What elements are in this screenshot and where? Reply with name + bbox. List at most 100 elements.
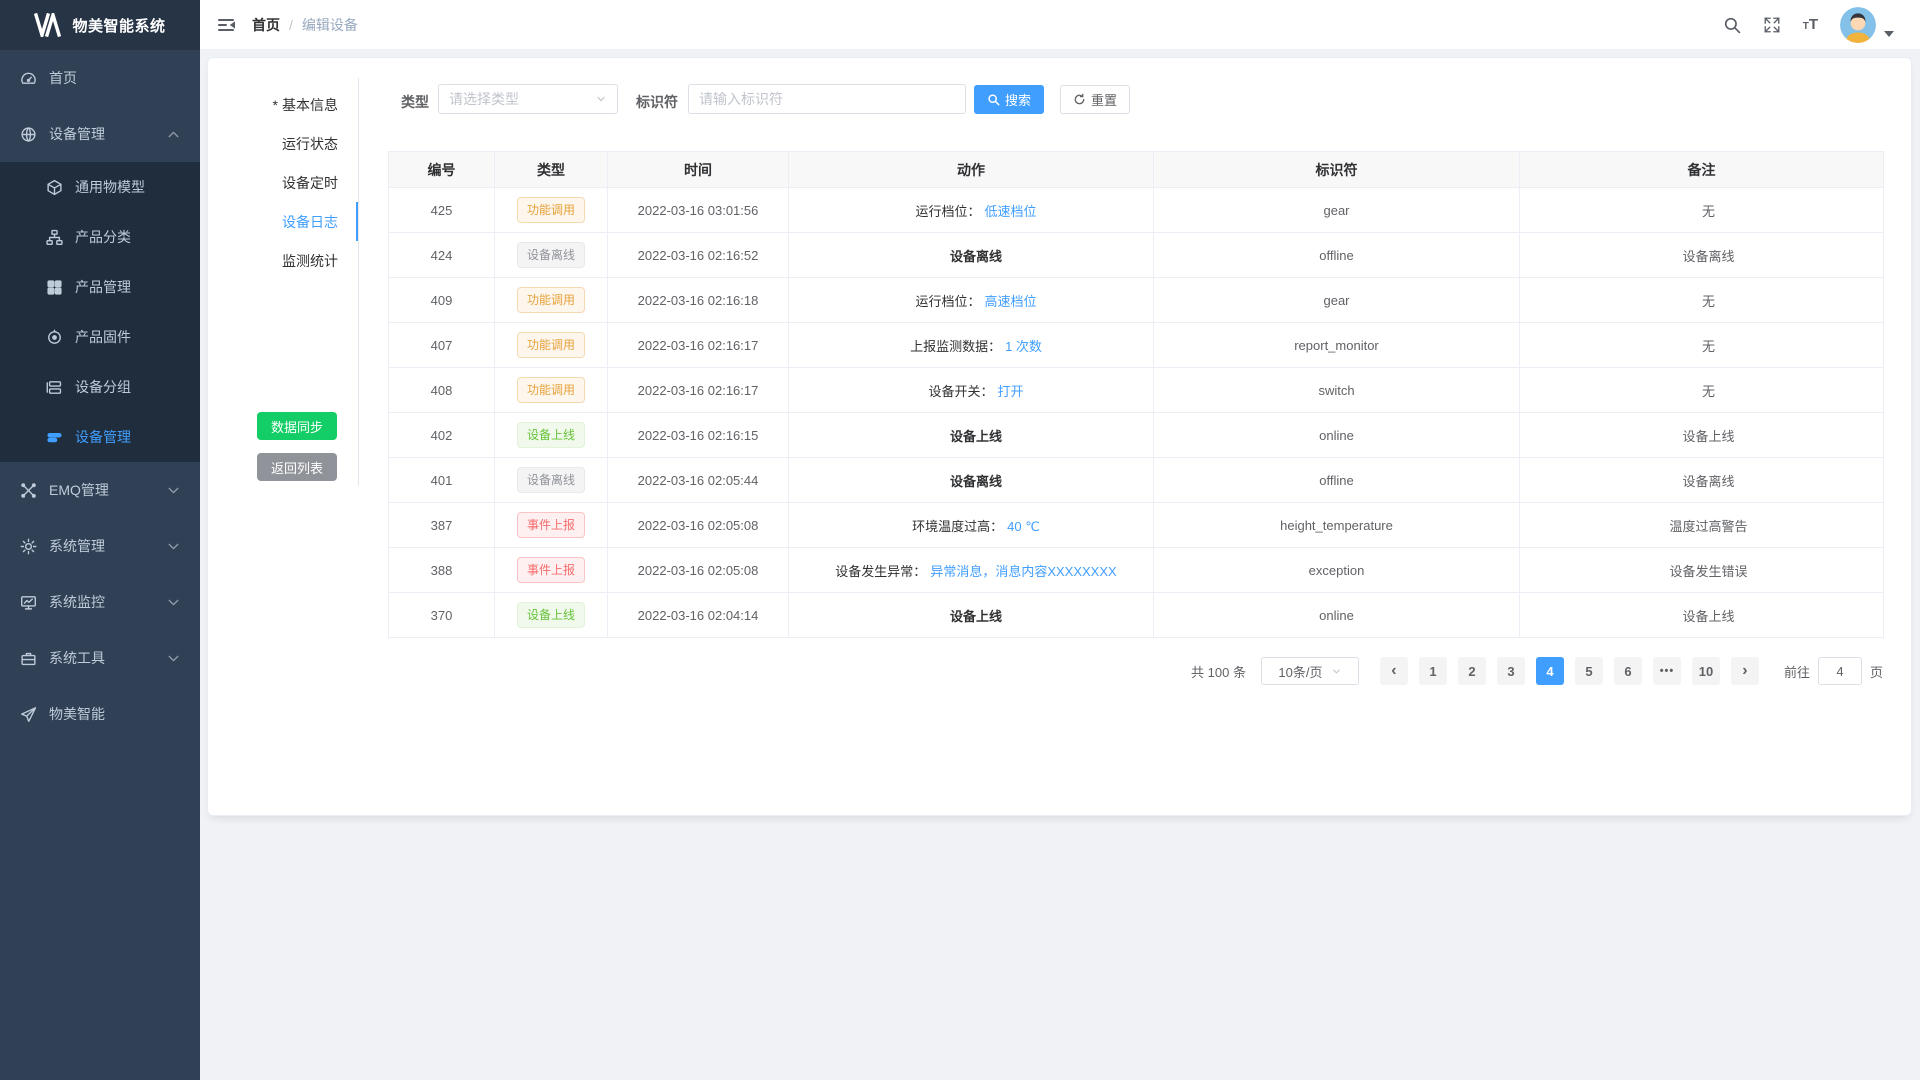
- cell-type: 功能调用: [495, 368, 608, 413]
- tab-device-log[interactable]: 设备日志: [208, 202, 358, 241]
- avatar[interactable]: [1840, 7, 1876, 43]
- reset-button[interactable]: 重置: [1060, 85, 1130, 114]
- identifier-input[interactable]: 请输入标识符: [688, 84, 966, 114]
- sidebar-subitem-device-list[interactable]: 设备管理: [0, 412, 200, 462]
- action-link[interactable]: 低速档位: [985, 204, 1037, 219]
- page-button-6[interactable]: 6: [1614, 657, 1642, 685]
- data-sync-button[interactable]: 数据同步: [257, 412, 337, 440]
- column-header: 类型: [495, 152, 608, 188]
- fullscreen-icon[interactable]: [1763, 16, 1781, 34]
- sidebar-item-home[interactable]: 首页: [0, 50, 200, 106]
- sidebar-item-wumei-smart[interactable]: 物美智能: [0, 686, 200, 742]
- sidebar-item-system-monitor[interactable]: 系统监控: [0, 574, 200, 630]
- cell-action: 设备上线: [789, 593, 1154, 638]
- type-tag: 设备离线: [517, 242, 585, 268]
- cell-type: 事件上报: [495, 503, 608, 548]
- action-link[interactable]: 异常消息，消息内容XXXXXXXX: [930, 564, 1116, 579]
- cell-type: 事件上报: [495, 548, 608, 593]
- goto-label: 前往: [1784, 662, 1810, 681]
- tab-run-status[interactable]: 运行状态: [208, 124, 358, 163]
- action-link[interactable]: 1 次数: [1005, 339, 1042, 354]
- cell-time: 2022-03-16 02:16:52: [608, 233, 789, 278]
- chevron-down-icon: [165, 538, 182, 555]
- action-link[interactable]: 高速档位: [985, 294, 1037, 309]
- sidebar-subitem-product-firmware[interactable]: 产品固件: [0, 312, 200, 362]
- page-size-value: 10条/页: [1278, 662, 1322, 681]
- user-menu[interactable]: [1840, 7, 1894, 43]
- cell-identifier: online: [1154, 593, 1520, 638]
- search-icon[interactable]: [1723, 16, 1741, 34]
- sidebar-subitem-label: 产品分类: [75, 227, 131, 247]
- toolbox-icon: [20, 650, 37, 667]
- page-button-3[interactable]: 3: [1497, 657, 1525, 685]
- tab-monitor-stats[interactable]: 监测统计: [208, 241, 358, 280]
- sidebar-item-label: 系统监控: [49, 592, 165, 612]
- sidebar-subitem-device-group[interactable]: 设备分组: [0, 362, 200, 412]
- category-icon: [46, 229, 63, 246]
- identifier-input-placeholder: 请输入标识符: [699, 89, 783, 109]
- page-buttons: 123456 ••• 10: [1419, 657, 1720, 685]
- table-row: 402设备上线2022-03-16 02:16:15设备上线online设备上线: [389, 413, 1884, 458]
- log-panel: 类型 请选择类型 标识符 请输入标识符 搜索 重置: [388, 58, 1883, 815]
- cell-time: 2022-03-16 02:16:17: [608, 368, 789, 413]
- action-text: 运行档位：: [915, 204, 980, 219]
- tab-label: 设备定时: [282, 173, 338, 193]
- sidebar-subitem-product-manage[interactable]: 产品管理: [0, 262, 200, 312]
- goto-page-input[interactable]: [1818, 657, 1862, 685]
- table-row: 388事件上报2022-03-16 02:05:08设备发生异常：异常消息，消息…: [389, 548, 1884, 593]
- cell-id: 424: [389, 233, 495, 278]
- app-title: 物美智能系统: [72, 15, 165, 36]
- breadcrumb: 首页 / 编辑设备: [252, 15, 358, 35]
- sidebar-item-system-manage[interactable]: 系统管理: [0, 518, 200, 574]
- refresh-icon: [1073, 93, 1086, 106]
- search-button[interactable]: 搜索: [974, 85, 1044, 114]
- breadcrumb-home[interactable]: 首页: [252, 15, 280, 35]
- sidebar-item-label: EMQ管理: [49, 480, 165, 500]
- device-tabs: *基本信息运行状态设备定时设备日志监测统计: [208, 85, 358, 280]
- table-header-row: 编号类型时间动作标识符备注: [389, 152, 1884, 188]
- page-button-5[interactable]: 5: [1575, 657, 1603, 685]
- action-text: 设备发生异常：: [835, 564, 926, 579]
- sidebar-subitem-product-category[interactable]: 产品分类: [0, 212, 200, 262]
- table-row: 401设备离线2022-03-16 02:05:44设备离线offline设备离…: [389, 458, 1884, 503]
- action-link[interactable]: 打开: [998, 384, 1024, 399]
- hamburger-icon[interactable]: [216, 15, 236, 35]
- sidebar-item-emq[interactable]: EMQ管理: [0, 462, 200, 518]
- page-button-4[interactable]: 4: [1536, 657, 1564, 685]
- type-select[interactable]: 请选择类型: [438, 84, 618, 114]
- cell-type: 设备上线: [495, 413, 608, 458]
- prev-page-button[interactable]: ‹: [1380, 657, 1408, 685]
- sidebar-item-system-tools[interactable]: 系统工具: [0, 630, 200, 686]
- caret-down-icon: [1884, 31, 1894, 37]
- sidebar-subitem-thing-model[interactable]: 通用物模型: [0, 162, 200, 212]
- pagination: 共 100 条 10条/页 ‹ 123456•••10 › 前往 页: [388, 657, 1883, 685]
- action-text: 设备离线: [950, 474, 1002, 489]
- back-to-list-button[interactable]: 返回列表: [257, 453, 337, 481]
- tab-label: 运行状态: [282, 134, 338, 154]
- page-more-button[interactable]: •••: [1653, 657, 1681, 685]
- cell-remark: 无: [1520, 323, 1884, 368]
- font-size-icon[interactable]: TT: [1803, 16, 1818, 34]
- cell-time: 2022-03-16 02:16:17: [608, 323, 789, 368]
- tab-label: 设备日志: [282, 212, 338, 232]
- tab-device-timer[interactable]: 设备定时: [208, 163, 358, 202]
- logo-bar[interactable]: 物美智能系统: [0, 0, 200, 50]
- next-page-button[interactable]: ›: [1731, 657, 1759, 685]
- page-button-1[interactable]: 1: [1419, 657, 1447, 685]
- cell-identifier: gear: [1154, 278, 1520, 323]
- type-tag: 事件上报: [517, 512, 585, 538]
- monitor-icon: [20, 594, 37, 611]
- font-size-big-t: T: [1809, 16, 1818, 33]
- sidebar-subitem-label: 产品管理: [75, 277, 131, 297]
- page-size-select[interactable]: 10条/页: [1261, 657, 1359, 685]
- page-button-10[interactable]: 10: [1692, 657, 1720, 685]
- action-link[interactable]: 40 ℃: [1007, 519, 1040, 534]
- cell-identifier: offline: [1154, 233, 1520, 278]
- tab-basic-info[interactable]: *基本信息: [208, 85, 358, 124]
- tabs-divider: [358, 78, 359, 486]
- page-button-2[interactable]: 2: [1458, 657, 1486, 685]
- cell-remark: 设备上线: [1520, 413, 1884, 458]
- cell-id: 387: [389, 503, 495, 548]
- sidebar-item-device-manage[interactable]: 设备管理: [0, 106, 200, 162]
- cell-action: 设备上线: [789, 413, 1154, 458]
